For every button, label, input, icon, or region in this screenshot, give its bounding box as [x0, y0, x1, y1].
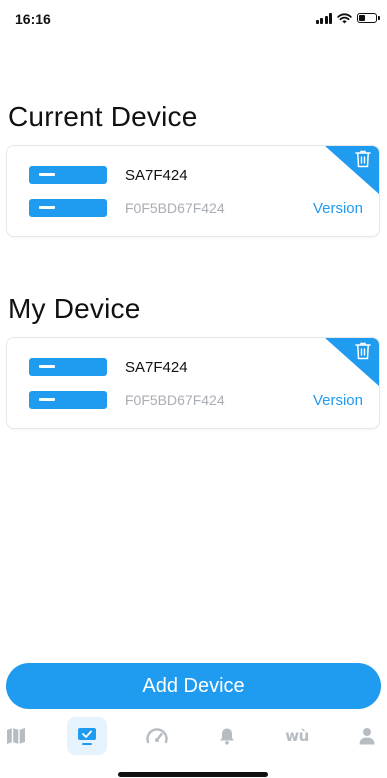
device-name: SA7F424: [125, 359, 188, 376]
device-icon: [29, 166, 107, 184]
speedometer-icon: [146, 728, 168, 744]
add-device-button[interactable]: Add Device: [6, 663, 381, 709]
status-bar: 16:16: [0, 0, 387, 40]
user-icon: [359, 728, 375, 745]
status-time: 16:16: [15, 11, 51, 27]
wu-icon: wù: [285, 727, 309, 745]
version-link[interactable]: Version: [313, 392, 363, 409]
device-icon: [29, 199, 107, 217]
current-device-title: Current Device: [8, 100, 198, 132]
tab-wu[interactable]: wù: [277, 717, 317, 755]
tab-speed[interactable]: [137, 717, 177, 755]
device-icon: [29, 391, 107, 409]
battery-icon: [357, 13, 380, 23]
device-mac: F0F5BD67F424: [125, 200, 225, 216]
tab-map[interactable]: [0, 717, 36, 755]
tab-bar: wù: [0, 715, 387, 757]
trash-icon[interactable]: [355, 150, 371, 168]
device-icon: [78, 728, 96, 745]
device-name: SA7F424: [125, 167, 188, 184]
tab-profile[interactable]: [347, 717, 387, 755]
version-link[interactable]: Version: [313, 200, 363, 217]
bell-icon: [220, 728, 234, 745]
tab-device[interactable]: [67, 717, 107, 755]
device-mac: F0F5BD67F424: [125, 392, 225, 408]
wifi-icon: [337, 12, 352, 23]
status-icons: [315, 12, 380, 24]
tab-notifications[interactable]: [207, 717, 247, 755]
my-device-title: My Device: [8, 292, 141, 324]
signal-icon: [315, 12, 332, 24]
home-indicator[interactable]: [118, 772, 268, 777]
map-icon: [7, 728, 25, 744]
my-device-card[interactable]: SA7F424 F0F5BD67F424 Version: [6, 337, 380, 429]
current-device-card[interactable]: SA7F424 F0F5BD67F424 Version: [6, 145, 380, 237]
trash-icon[interactable]: [355, 342, 371, 360]
device-icon: [29, 358, 107, 376]
